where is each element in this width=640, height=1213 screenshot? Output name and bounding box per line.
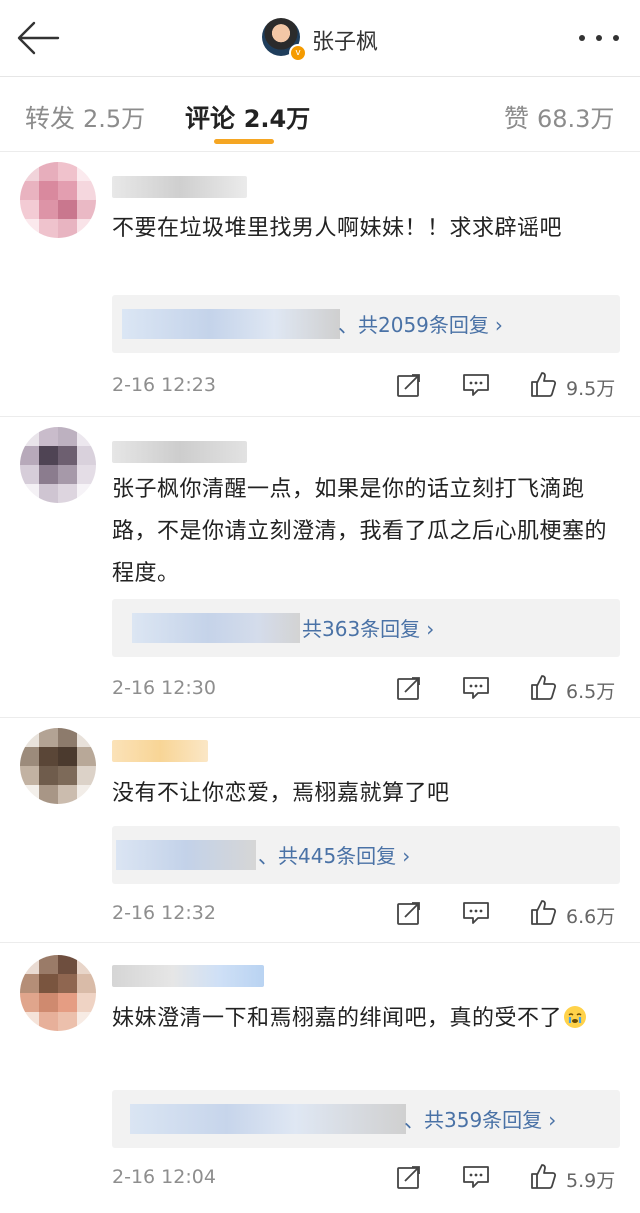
replier-names-blurred: [122, 309, 340, 339]
reply-summary-box[interactable]: 、共359条回复 ›: [112, 1090, 620, 1148]
repost-icon[interactable]: [396, 675, 422, 701]
comment-time: 2-16 12:04: [112, 1166, 216, 1188]
commenter-name-blurred[interactable]: [112, 740, 208, 762]
comment-item: 没有不让你恋爱，焉栩嘉就算了吧 、共445条回复 › 2-16 12:32 6.6…: [0, 718, 640, 942]
commenter-avatar[interactable]: [20, 955, 96, 1031]
commenter-name-blurred[interactable]: [112, 965, 264, 987]
chevron-right-icon: ›: [548, 1108, 557, 1132]
comment-item: 张子枫你清醒一点，如果是你的话立刻打飞滴跑路，不是你请立刻澄清，我看了瓜之后心肌…: [0, 417, 640, 717]
comment-text: 没有不让你恋爱，焉栩嘉就算了吧: [112, 781, 450, 806]
tab-repost[interactable]: 转发 2.5万: [25, 99, 145, 135]
comment-icon[interactable]: [462, 373, 490, 397]
replier-names-blurred: [116, 840, 256, 870]
comment-text: 张子枫你清醒一点，如果是你的话立刻打飞滴跑路，不是你请立刻澄清，我看了瓜之后心肌…: [112, 477, 608, 586]
back-arrow-icon[interactable]: [14, 18, 62, 58]
reply-count-link[interactable]: 共363条回复 ›: [302, 613, 434, 642]
comment-text: 不要在垃圾堆里找男人啊妹妹！！求求辟谣吧: [112, 216, 563, 241]
repost-icon[interactable]: [396, 900, 422, 926]
reply-count-link[interactable]: 、共2059条回复 ›: [338, 309, 503, 338]
reply-summary-box[interactable]: 共363条回复 ›: [112, 599, 620, 657]
commenter-avatar[interactable]: [20, 728, 96, 804]
like-icon[interactable]: [529, 370, 557, 398]
reply-count-text: 共363条回复: [302, 617, 421, 641]
tab-likes[interactable]: 赞 68.3万: [504, 99, 614, 135]
tab-comments-label: 评论: [185, 104, 236, 133]
like-count: 5.9万: [566, 1170, 616, 1192]
reply-count-link[interactable]: 、共445条回复 ›: [258, 840, 410, 869]
reply-count-text: 、共445条回复: [258, 844, 397, 868]
repost-icon[interactable]: [396, 1164, 422, 1190]
verified-badge: v: [289, 44, 307, 62]
commenter-name-blurred[interactable]: [112, 441, 247, 463]
repost-icon[interactable]: [396, 372, 422, 398]
like-icon[interactable]: [529, 898, 557, 926]
more-dots-icon[interactable]: [574, 26, 624, 50]
comment-time: 2-16 12:32: [112, 902, 216, 924]
like-count: 6.5万: [566, 681, 616, 703]
reply-summary-box[interactable]: 、共2059条回复 ›: [112, 295, 620, 353]
replier-names-blurred: [130, 1104, 406, 1134]
reply-summary-box[interactable]: 、共445条回复 ›: [112, 826, 620, 884]
comment-text: 妹妹澄清一下和焉栩嘉的绯闻吧，真的受不了: [112, 998, 622, 1040]
chevron-right-icon: ›: [494, 313, 503, 337]
tab-likes-count: 68.3万: [536, 105, 615, 133]
comment-icon[interactable]: [462, 676, 490, 700]
comment-time: 2-16 12:30: [112, 677, 216, 699]
like-count: 9.5万: [566, 378, 616, 400]
tab-comments-count: 2.4万: [243, 105, 311, 133]
comment-text-content: 妹妹澄清一下和焉栩嘉的绯闻吧，真的受不了: [112, 1006, 563, 1031]
reply-count-link[interactable]: 、共359条回复 ›: [404, 1104, 556, 1133]
comment-item: 妹妹澄清一下和焉栩嘉的绯闻吧，真的受不了 、共359条回复 › 2-16 12:0…: [0, 943, 640, 1213]
crying-emoji-icon: [564, 1006, 587, 1028]
replier-names-blurred: [132, 613, 300, 643]
tab-bar: 转发 2.5万 评论 2.4万 赞 68.3万: [0, 77, 640, 152]
tab-repost-label: 转发: [25, 104, 76, 133]
commenter-name-blurred[interactable]: [112, 176, 247, 198]
comment-icon[interactable]: [462, 1165, 490, 1189]
tab-repost-count: 2.5万: [82, 105, 146, 133]
like-icon[interactable]: [529, 1162, 557, 1190]
tab-likes-label: 赞: [504, 104, 530, 133]
active-tab-indicator: [214, 139, 274, 144]
chevron-right-icon: ›: [402, 844, 411, 868]
reply-count-text: 、共359条回复: [404, 1108, 543, 1132]
user-name[interactable]: 张子枫: [312, 24, 378, 56]
comment-time: 2-16 12:23: [112, 374, 216, 396]
reply-count-text: 、共2059条回复: [338, 313, 489, 337]
commenter-avatar[interactable]: [20, 427, 96, 503]
top-bar: v 张子枫: [0, 0, 640, 77]
like-count: 6.6万: [566, 906, 616, 928]
commenter-avatar[interactable]: [20, 162, 96, 238]
comment-icon[interactable]: [462, 901, 490, 925]
chevron-right-icon: ›: [426, 617, 435, 641]
comment-item: 不要在垃圾堆里找男人啊妹妹！！求求辟谣吧 、共2059条回复 › 2-16 12:…: [0, 152, 640, 416]
like-icon[interactable]: [529, 673, 557, 701]
tab-comments[interactable]: 评论 2.4万: [185, 99, 310, 135]
